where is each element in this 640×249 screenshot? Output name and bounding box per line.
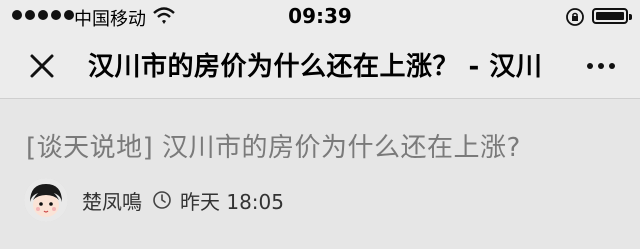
battery-icon — [592, 8, 632, 24]
navigation-bar: 汉川市的房价为什么还在上涨？ - 汉川 — [0, 34, 640, 99]
article-header: [谈天说地] 汉川市的房价为什么还在上涨? 楚凤鳴 昨天 18:05 — [0, 99, 640, 249]
status-time: 09:39 — [288, 4, 352, 28]
clock-icon — [153, 191, 171, 209]
post-time: 昨天 18:05 — [180, 189, 284, 214]
avatar[interactable] — [24, 178, 68, 222]
page-title: 汉川市的房价为什么还在上涨？ - 汉川 — [88, 52, 543, 82]
status-bar: 中国移动 09:39 — [0, 0, 640, 34]
close-icon[interactable] — [26, 50, 58, 82]
rotation-lock-icon — [566, 8, 584, 26]
more-icon[interactable] — [576, 50, 626, 82]
article-meta: 楚凤鳴 昨天 18:05 — [24, 177, 284, 223]
author-name[interactable]: 楚凤鳴 — [82, 186, 142, 215]
article-title: [谈天说地] 汉川市的房价为什么还在上涨? — [26, 133, 521, 163]
